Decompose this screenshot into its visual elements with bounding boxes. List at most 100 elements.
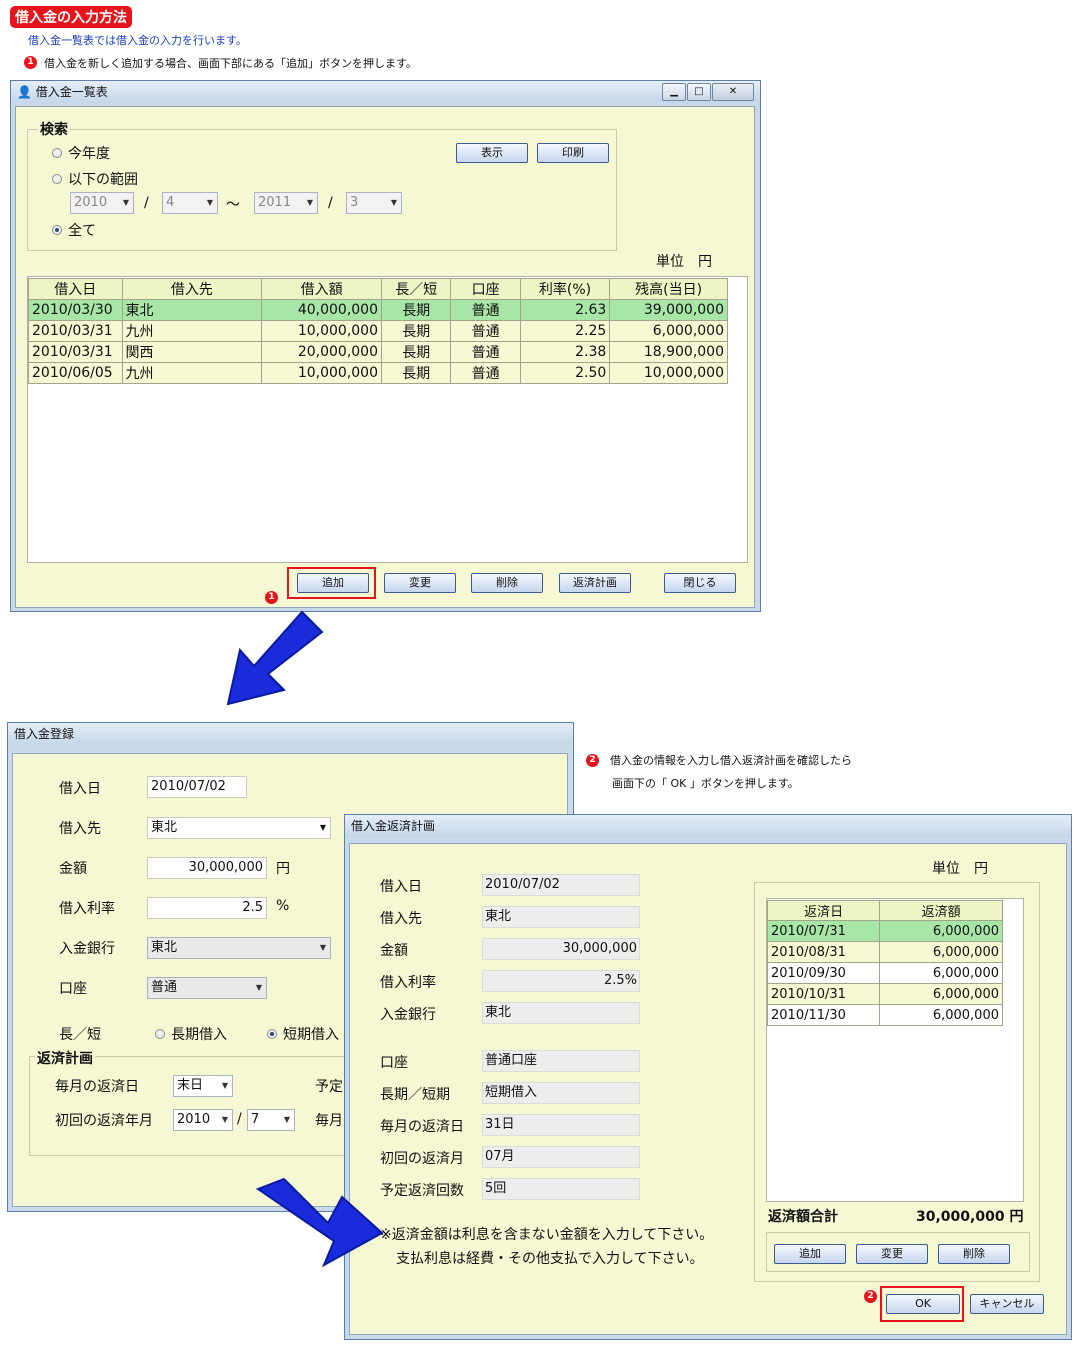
repay-plan-label: 返済計画 bbox=[35, 1048, 95, 1068]
radio-icon bbox=[155, 1029, 165, 1039]
cell-balance: 39,000,000 bbox=[609, 299, 728, 321]
account-combo[interactable]: 普通 ▼ bbox=[147, 977, 267, 999]
cell-date: 2010/03/30 bbox=[28, 299, 123, 321]
highlight-add bbox=[287, 567, 376, 599]
monthly-day-value: 末日 bbox=[177, 1078, 204, 1093]
close-button[interactable]: 閉じる bbox=[664, 573, 736, 593]
table-row[interactable]: 2010/06/05 九州 10,000,000 長期 普通 2.50 10,0… bbox=[28, 362, 728, 384]
chevron-down-icon: ▼ bbox=[122, 198, 130, 207]
slash: / bbox=[237, 1111, 242, 1127]
plan-bank-label: 入金銀行 bbox=[380, 1007, 436, 1023]
chevron-down-icon: ▼ bbox=[283, 1115, 291, 1124]
range-from-month-value: 4 bbox=[166, 195, 175, 210]
schedule-header: 返済日 返済額 bbox=[766, 900, 1003, 921]
range-from-year[interactable]: 2010 ▼ bbox=[70, 192, 134, 214]
lender-label: 借入先 bbox=[59, 821, 101, 837]
radio-icon bbox=[52, 148, 62, 158]
rate-input[interactable]: 2.5 bbox=[147, 897, 267, 919]
schedule-edit-button[interactable]: 変更 bbox=[856, 1244, 928, 1264]
column-header[interactable]: 口座 bbox=[450, 278, 521, 300]
maximize-icon[interactable]: □ bbox=[687, 83, 711, 101]
arrow-down-left-icon bbox=[226, 610, 324, 706]
bank-combo[interactable]: 東北 ▼ bbox=[147, 937, 331, 959]
cell-term: 長期 bbox=[380, 299, 452, 321]
table-row[interactable]: 2010/07/31 6,000,000 bbox=[766, 920, 1003, 942]
radio-long-term-label: 長期借入 bbox=[171, 1027, 227, 1043]
first-year-value: 2010 bbox=[177, 1112, 211, 1127]
table-row[interactable]: 2010/09/30 6,000,000 bbox=[766, 962, 1003, 984]
column-header[interactable]: 返済額 bbox=[879, 900, 1003, 921]
cell-account: 普通 bbox=[450, 341, 521, 363]
radio-long-term[interactable]: 長期借入 bbox=[155, 1024, 227, 1044]
print-button[interactable]: 印刷 bbox=[537, 143, 609, 163]
lender-combo[interactable]: 東北 ▼ bbox=[147, 817, 331, 839]
delete-button[interactable]: 削除 bbox=[471, 573, 543, 593]
column-header[interactable]: 残高(当日) bbox=[609, 278, 728, 300]
tilde: 〜 bbox=[226, 197, 240, 213]
column-header[interactable]: 借入日 bbox=[28, 278, 123, 300]
step-1-marker: 1 bbox=[24, 53, 37, 69]
amount-input[interactable]: 30,000,000 bbox=[147, 857, 267, 879]
step-2-marker: 2 bbox=[586, 751, 599, 767]
total-label: 返済額合計 bbox=[768, 1209, 838, 1225]
table-row[interactable]: 2010/08/31 6,000,000 bbox=[766, 941, 1003, 963]
range-to-year[interactable]: 2011 ▼ bbox=[254, 192, 318, 214]
loan-list-title: 借入金一覧表 bbox=[35, 85, 108, 99]
table-row[interactable]: 2010/03/30 東北 40,000,000 長期 普通 2.63 39,0… bbox=[28, 299, 728, 321]
radio-all[interactable]: 全て bbox=[52, 220, 96, 240]
cancel-button[interactable]: キャンセル bbox=[970, 1294, 1044, 1314]
radio-icon bbox=[52, 174, 62, 184]
table-row[interactable]: 2010/10/31 6,000,000 bbox=[766, 983, 1003, 1005]
chevron-down-icon: ▼ bbox=[221, 1081, 229, 1090]
plan-amount-label: 金額 bbox=[380, 943, 408, 959]
minimize-icon[interactable]: ▁ bbox=[662, 83, 686, 101]
page-title: 借入金の入力方法 bbox=[10, 6, 132, 28]
cell-amount: 6,000,000 bbox=[879, 941, 1003, 963]
lender-value: 東北 bbox=[151, 820, 178, 835]
chevron-down-icon: ▼ bbox=[319, 943, 327, 952]
loan-table: 借入日 借入先 借入額 長／短 口座 利率(%) 残高(当日) 2010/03/… bbox=[28, 278, 728, 384]
radio-this-year[interactable]: 今年度 bbox=[52, 143, 110, 163]
table-row[interactable]: 2010/11/30 6,000,000 bbox=[766, 1004, 1003, 1026]
step-2-marker: 2 bbox=[864, 1287, 877, 1303]
repayment-plan-button[interactable]: 返済計画 bbox=[559, 573, 631, 593]
column-header[interactable]: 返済日 bbox=[766, 900, 881, 921]
schedule-add-button[interactable]: 追加 bbox=[774, 1244, 846, 1264]
cell-amount: 40,000,000 bbox=[261, 299, 382, 321]
arrow-right-icon bbox=[255, 1177, 384, 1268]
cell-date: 2010/03/31 bbox=[28, 341, 123, 363]
range-to-month[interactable]: 3 ▼ bbox=[346, 192, 402, 214]
repayment-plan-window: 借入金返済計画 借入日 2010/07/02 借入先 東北 金額 30,000,… bbox=[344, 814, 1072, 1340]
repayment-plan-titlebar: 借入金返済計画 bbox=[345, 815, 1071, 837]
search-group bbox=[27, 129, 617, 251]
loan-register-title: 借入金登録 bbox=[14, 727, 75, 741]
column-header[interactable]: 借入先 bbox=[121, 278, 263, 300]
column-header[interactable]: 借入額 bbox=[261, 278, 382, 300]
date-input[interactable]: 2010/07/02 bbox=[147, 776, 247, 798]
plan-rate-label: 借入利率 bbox=[380, 975, 436, 991]
monthly-day-combo[interactable]: 末日 ▼ bbox=[173, 1075, 233, 1097]
radio-range[interactable]: 以下の範囲 bbox=[52, 169, 138, 189]
first-year-combo[interactable]: 2010 ▼ bbox=[173, 1109, 233, 1131]
plan-monthly-day-label: 毎月の返済日 bbox=[380, 1119, 464, 1135]
first-month-combo[interactable]: 7 ▼ bbox=[247, 1109, 295, 1131]
plan-bank-value: 東北 bbox=[482, 1002, 640, 1024]
cell-lender: 関西 bbox=[121, 341, 263, 363]
cell-term: 長期 bbox=[380, 362, 452, 384]
column-header[interactable]: 利率(%) bbox=[519, 278, 611, 300]
range-to-year-value: 2011 bbox=[258, 195, 292, 210]
schedule-list: 返済日 返済額 2010/07/31 6,000,000 2010/08/31 6,… bbox=[766, 898, 1024, 1202]
edit-button[interactable]: 変更 bbox=[384, 573, 456, 593]
radio-this-year-label: 今年度 bbox=[68, 146, 110, 162]
column-header[interactable]: 長／短 bbox=[380, 278, 452, 300]
table-row[interactable]: 2010/03/31 九州 10,000,000 長期 普通 2.25 6,00… bbox=[28, 320, 728, 342]
show-button[interactable]: 表示 bbox=[456, 143, 528, 163]
table-row[interactable]: 2010/03/31 関西 20,000,000 長期 普通 2.38 18,9… bbox=[28, 341, 728, 363]
radio-short-term[interactable]: 短期借入 bbox=[267, 1024, 339, 1044]
range-from-month[interactable]: 4 ▼ bbox=[162, 192, 218, 214]
radio-icon bbox=[267, 1029, 277, 1039]
chevron-down-icon: ▼ bbox=[221, 1115, 229, 1124]
schedule-delete-button[interactable]: 削除 bbox=[938, 1244, 1010, 1264]
close-icon[interactable]: ✕ bbox=[712, 83, 754, 101]
cell-balance: 18,900,000 bbox=[609, 341, 728, 363]
